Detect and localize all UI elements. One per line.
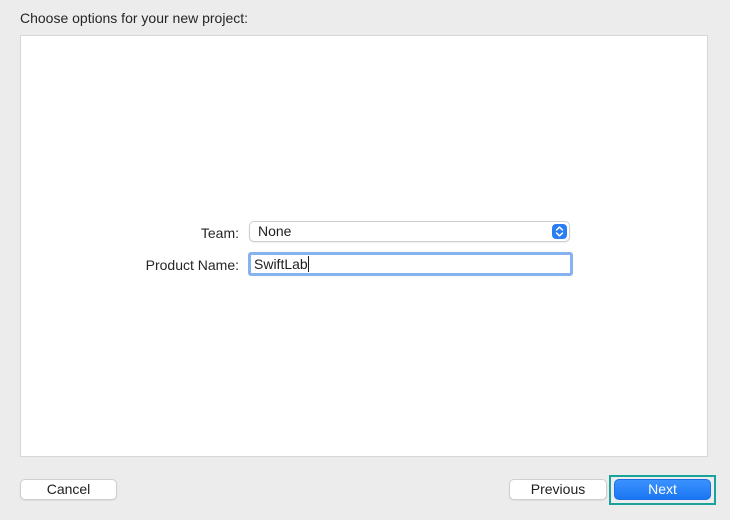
team-label: Team: — [200, 225, 239, 241]
next-button[interactable]: Next — [614, 479, 711, 500]
new-project-dialog: Choose options for your new project: Tea… — [0, 0, 730, 520]
product-name-field[interactable]: SwiftLab — [248, 252, 573, 276]
product-name-label: Product Name: — [145, 257, 239, 273]
text-caret — [307, 256, 309, 272]
previous-button[interactable]: Previous — [509, 479, 607, 500]
options-panel — [20, 35, 708, 457]
team-popup-value: None — [258, 223, 292, 239]
cancel-button[interactable]: Cancel — [20, 479, 117, 500]
product-name-value: SwiftLab — [254, 256, 308, 272]
dialog-title: Choose options for your new project: — [20, 10, 249, 26]
chevron-up-down-icon — [552, 224, 567, 239]
team-popup-button[interactable]: None — [249, 221, 570, 242]
